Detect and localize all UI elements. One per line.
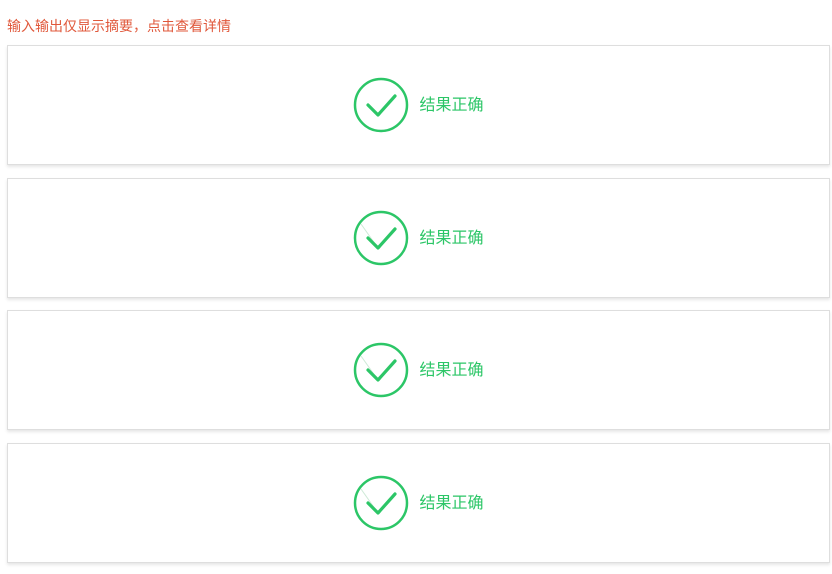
test-case-card-3[interactable]: 结果正确 [7, 310, 830, 430]
check-circle-icon [353, 77, 409, 133]
result-status-label: 结果正确 [419, 493, 484, 512]
test-case-content: 结果正确 [8, 179, 829, 297]
test-case-card-2[interactable]: 结果正确 [7, 178, 830, 298]
summary-hint: 输入输出仅显示摘要，点击查看详情 [7, 19, 231, 35]
test-case-card-1[interactable]: 结果正确 [7, 45, 830, 165]
check-circle-icon [353, 342, 409, 398]
test-results-page: 输入输出仅显示摘要，点击查看详情 结果正确 结果正确 结果正确 结果正确 [0, 0, 832, 574]
check-circle-icon [353, 475, 409, 531]
test-case-card-4[interactable]: 结果正确 [7, 443, 830, 563]
result-status-label: 结果正确 [419, 95, 484, 114]
test-case-content: 结果正确 [8, 46, 829, 164]
result-status-label: 结果正确 [419, 360, 484, 379]
test-case-content: 结果正确 [8, 444, 829, 562]
test-case-content: 结果正确 [8, 311, 829, 429]
check-circle-icon [353, 210, 409, 266]
result-status-label: 结果正确 [419, 228, 484, 247]
